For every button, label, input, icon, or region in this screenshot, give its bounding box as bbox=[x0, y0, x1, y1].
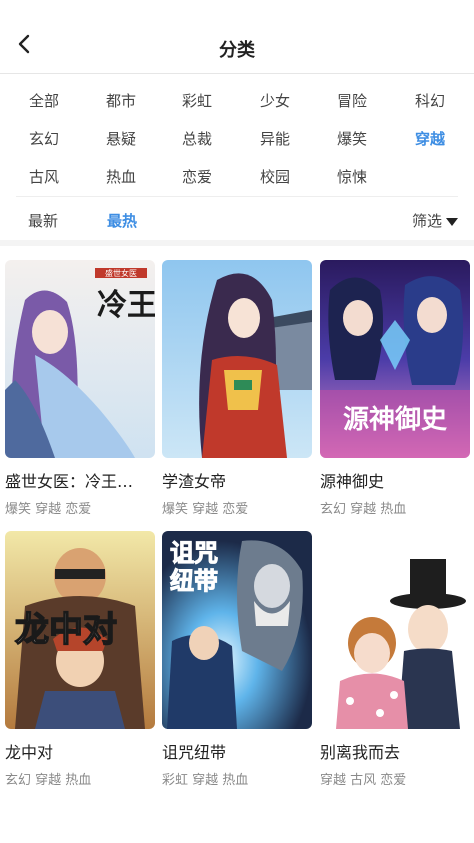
genre-adventure[interactable]: 冒险 bbox=[322, 90, 382, 111]
filter-button[interactable]: 筛选 bbox=[412, 210, 458, 231]
comic-title: 源神御史 bbox=[320, 472, 385, 491]
comic-card[interactable]: 别离我而去 穿越 古风 恋爱 bbox=[320, 531, 470, 788]
comic-card[interactable]: 学渣女帝 爆笑 穿越 恋爱 bbox=[162, 260, 312, 517]
comic-title: 学渣女帝 bbox=[162, 472, 227, 491]
comic-card[interactable]: 龙中对 龙中对 玄幻 穿越 热血 bbox=[5, 531, 155, 788]
comic-card[interactable]: 源神御史 源神御史 玄幻 穿越 热血 bbox=[320, 260, 470, 517]
genre-rainbow[interactable]: 彩虹 bbox=[167, 90, 227, 111]
comic-title: 龙中对 bbox=[5, 743, 54, 762]
svg-text:冷王的: 冷王的 bbox=[97, 288, 155, 323]
comic-cover bbox=[162, 260, 312, 458]
comic-cover: 盛世女医 冷王的 bbox=[5, 260, 155, 458]
genre-fantasy[interactable]: 玄幻 bbox=[14, 128, 74, 149]
comic-tags: 彩虹 穿越 热血 bbox=[162, 773, 249, 788]
comic-tags: 玄幻 穿越 热血 bbox=[5, 773, 92, 788]
sort-hottest-tab[interactable]: 最热 bbox=[107, 210, 137, 231]
caret-down-icon bbox=[446, 217, 458, 226]
comic-title: 诅咒纽带 bbox=[162, 743, 227, 762]
section-divider bbox=[0, 240, 474, 246]
comic-cover: 诅咒 纽带 bbox=[162, 531, 312, 729]
genre-romance[interactable]: 恋爱 bbox=[167, 166, 227, 187]
filter-label: 筛选 bbox=[411, 212, 442, 230]
genre-comedy[interactable]: 爆笑 bbox=[322, 128, 382, 149]
genre-girl[interactable]: 少女 bbox=[245, 90, 305, 111]
svg-text:龙中对: 龙中对 bbox=[15, 610, 117, 650]
top-bar: 分类 bbox=[0, 0, 474, 74]
comic-title: 别离我而去 bbox=[320, 743, 401, 762]
comic-tags: 爆笑 穿越 恋爱 bbox=[162, 502, 249, 517]
comic-cover bbox=[320, 531, 470, 729]
genre-ancient[interactable]: 古风 bbox=[14, 166, 74, 187]
genre-suspense[interactable]: 悬疑 bbox=[91, 128, 151, 149]
comic-title: 盛世女医：冷王… bbox=[5, 472, 134, 491]
genre-thriller[interactable]: 惊悚 bbox=[322, 166, 382, 187]
comic-tags: 爆笑 穿越 恋爱 bbox=[5, 502, 92, 517]
genre-action[interactable]: 热血 bbox=[91, 166, 151, 187]
comic-tags: 玄幻 穿越 热血 bbox=[320, 502, 407, 517]
sort-newest-tab[interactable]: 最新 bbox=[28, 210, 58, 231]
sort-bar: 最新 最热 筛选 bbox=[16, 196, 458, 238]
genre-superpower[interactable]: 异能 bbox=[245, 128, 305, 149]
genre-ceo[interactable]: 总裁 bbox=[167, 128, 227, 149]
genre-time-travel[interactable]: 穿越 bbox=[400, 128, 460, 149]
comic-cover: 龙中对 bbox=[5, 531, 155, 729]
svg-text:诅咒: 诅咒 bbox=[170, 538, 218, 567]
page-title: 分类 bbox=[219, 40, 255, 61]
comic-tags: 穿越 古风 恋爱 bbox=[320, 773, 407, 788]
svg-text:源神御史: 源神御史 bbox=[343, 404, 448, 435]
comic-card[interactable]: 诅咒 纽带 诅咒纽带 彩虹 穿越 热血 bbox=[162, 531, 312, 788]
genre-all[interactable]: 全部 bbox=[14, 90, 74, 111]
genre-urban[interactable]: 都市 bbox=[91, 90, 151, 111]
genre-scifi[interactable]: 科幻 bbox=[400, 90, 460, 111]
svg-text:盛世女医: 盛世女医 bbox=[105, 268, 137, 278]
comic-card[interactable]: 盛世女医 冷王的 盛世女医：冷王… 爆笑 穿越 恋爱 bbox=[5, 260, 155, 517]
genre-campus[interactable]: 校园 bbox=[245, 166, 305, 187]
svg-text:纽带: 纽带 bbox=[170, 566, 218, 595]
comic-cover: 源神御史 bbox=[320, 260, 470, 458]
